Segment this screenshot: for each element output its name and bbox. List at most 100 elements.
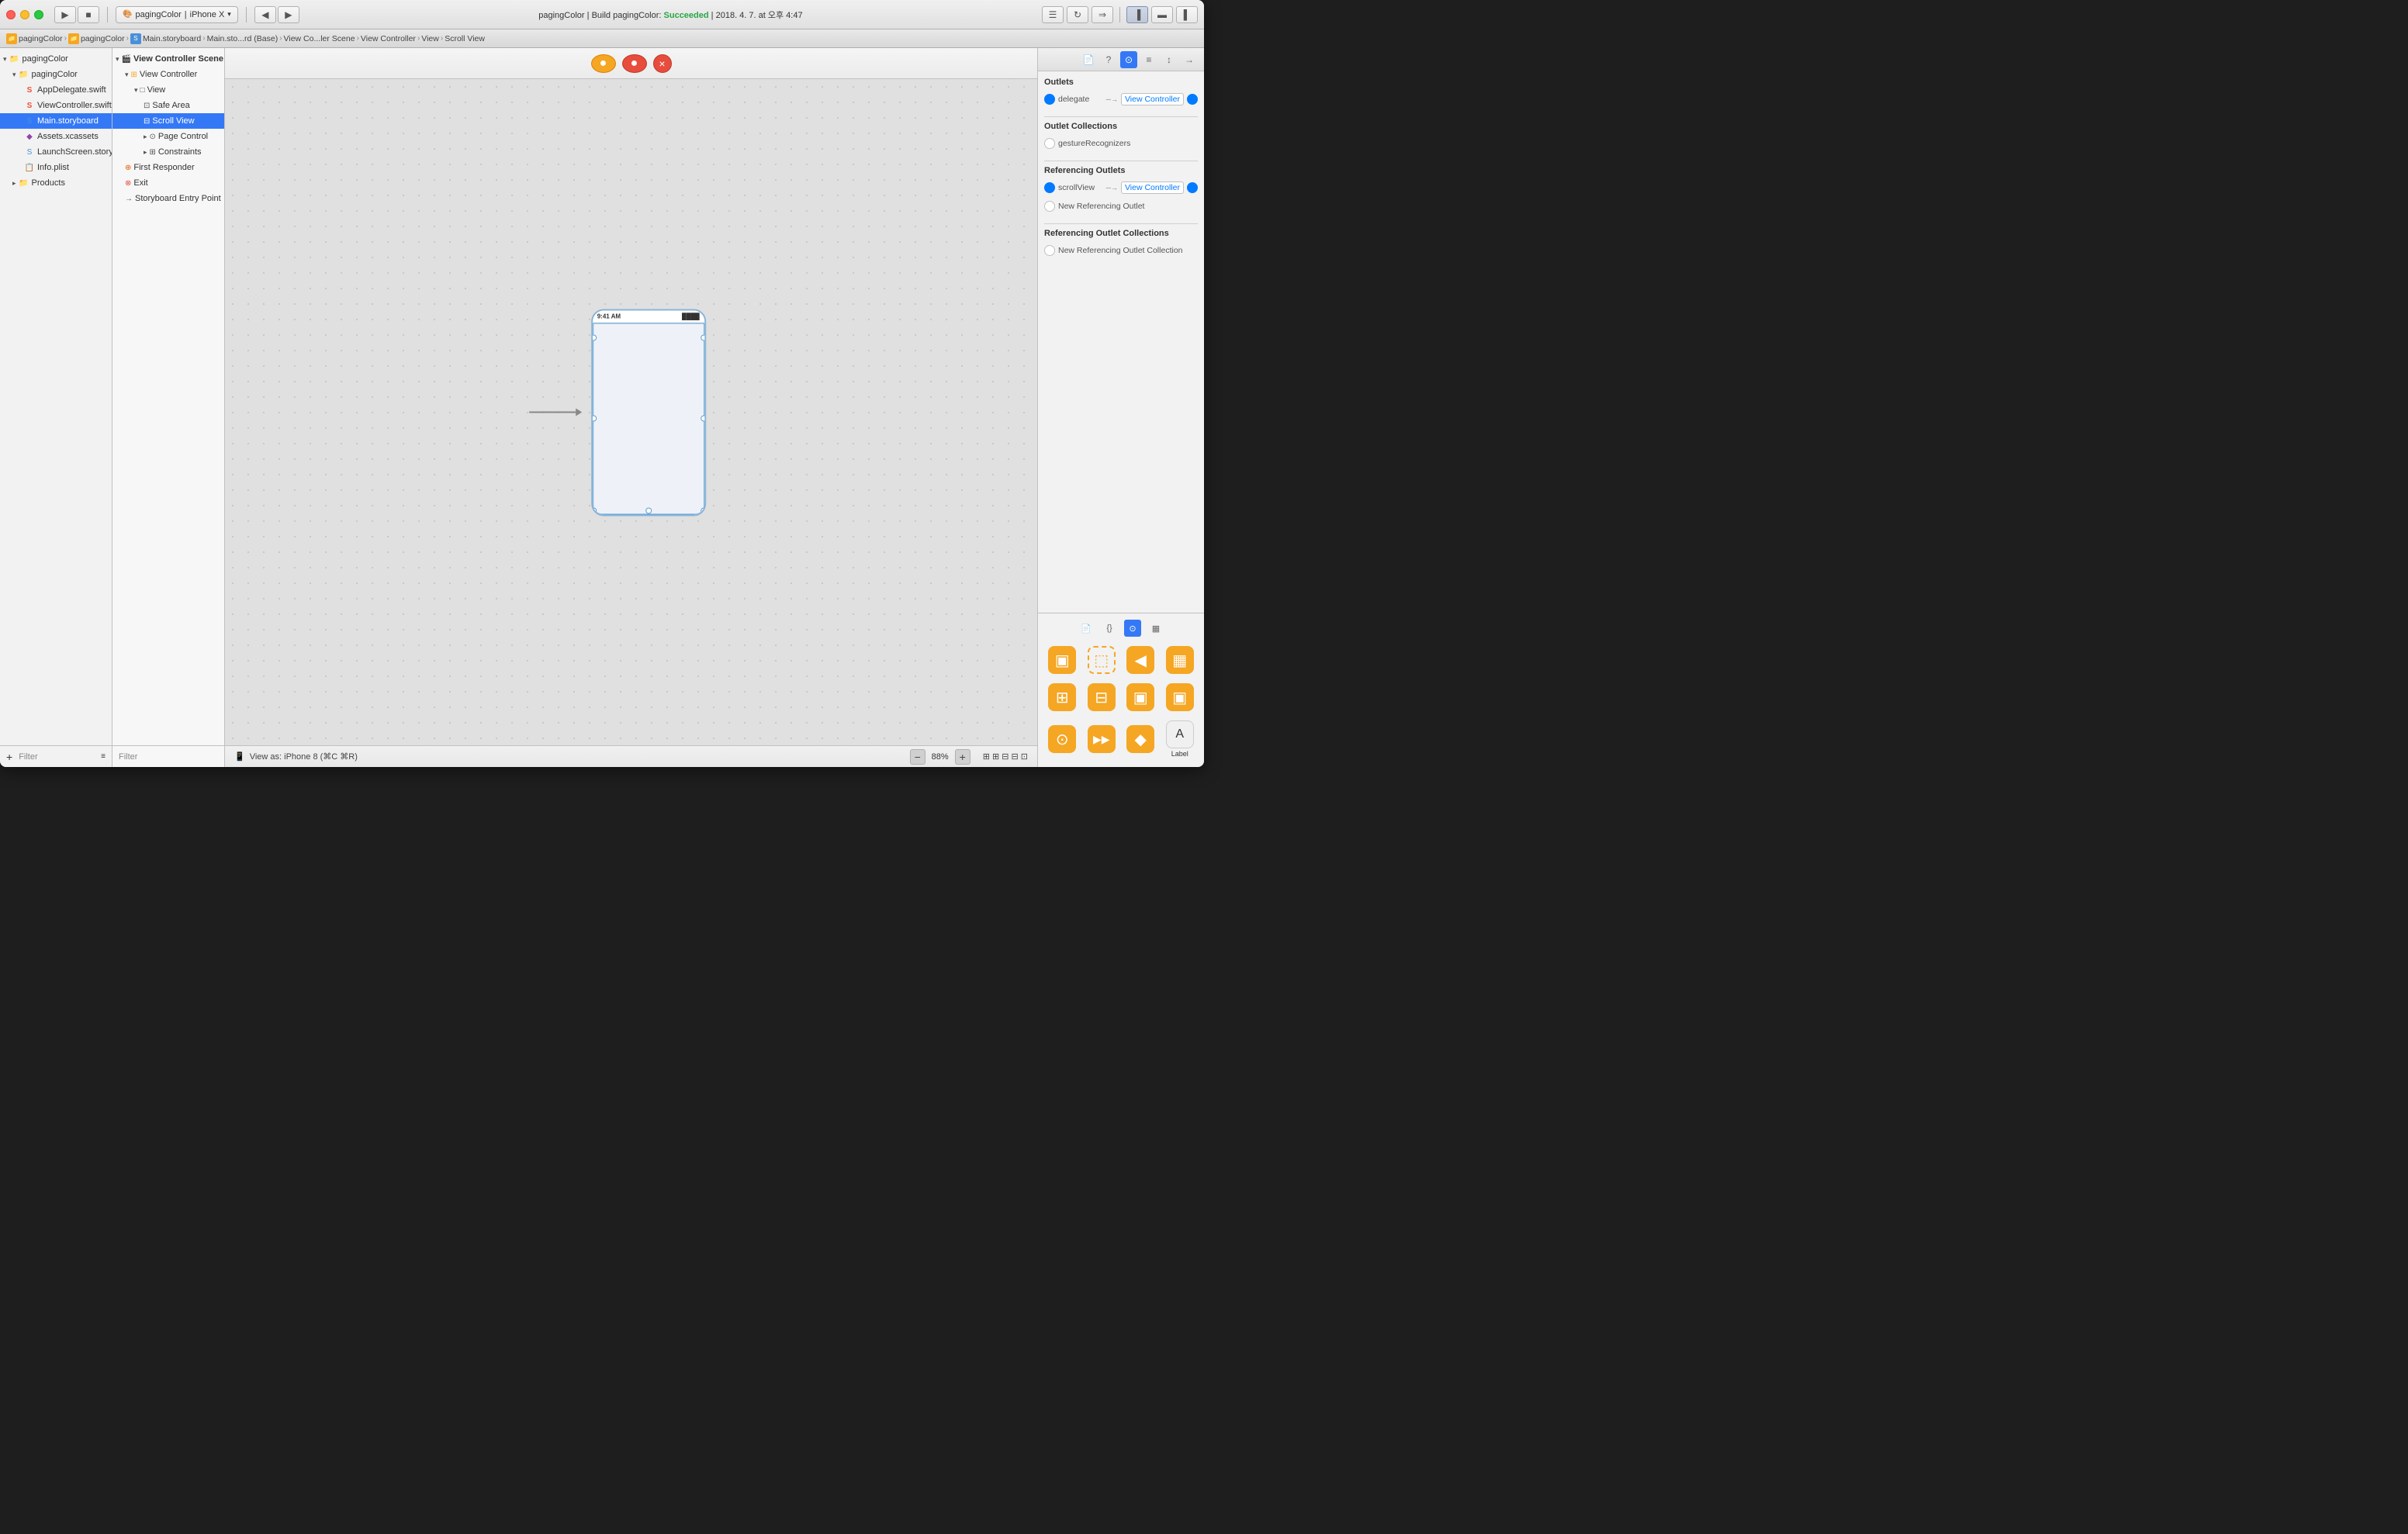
handle-bottom-left[interactable] — [591, 507, 597, 513]
canvas-circle-btn-1[interactable]: ● — [591, 54, 616, 73]
handle-top-left[interactable] — [591, 334, 597, 340]
breadcrumb-item-8[interactable]: Scroll View — [445, 34, 485, 43]
zoom-in-button[interactable]: + — [955, 749, 970, 765]
scene-entry-point[interactable]: → Storyboard Entry Point — [112, 191, 224, 206]
scene-section-header[interactable]: 🎬 View Controller Scene — [112, 51, 224, 67]
breadcrumb-item-1[interactable]: 📁 pagingColor — [6, 33, 63, 44]
scene-page-control[interactable]: ⊙ Page Control — [112, 129, 224, 144]
close-button[interactable] — [6, 10, 16, 19]
scrollview-connect-btn[interactable] — [1044, 182, 1055, 193]
delegate-connect-btn[interactable] — [1044, 94, 1055, 105]
new-outlet-btn[interactable] — [1044, 201, 1055, 212]
nav-file-assets[interactable]: ◆ Assets.xcassets — [0, 129, 112, 144]
breadcrumb-item-6[interactable]: View Controller — [361, 34, 416, 43]
handle-top-right[interactable] — [701, 334, 706, 340]
breadcrumb-item-2[interactable]: 📁 pagingColor — [68, 33, 125, 44]
comp-scenekit[interactable]: ◆ — [1123, 717, 1159, 761]
comp-view-controller[interactable]: ▣ — [1044, 643, 1081, 677]
build-controls: ▶ ■ — [54, 6, 99, 23]
inspector-tab-attributes[interactable]: ≡ — [1140, 51, 1157, 68]
comp-collection-vc[interactable]: ⊞ — [1044, 680, 1081, 714]
breadcrumb-item-4[interactable]: Main.sto...rd (Base) — [207, 34, 279, 43]
scrollview-target-btn[interactable] — [1187, 182, 1198, 193]
zoom-out-button[interactable]: − — [910, 749, 925, 765]
comp-tab-file[interactable]: 📄 — [1078, 620, 1095, 637]
new-ref-collection-btn[interactable] — [1044, 245, 1055, 256]
gesture-connect-btn[interactable] — [1044, 138, 1055, 149]
canvas-circle-btn-3[interactable]: × — [653, 54, 672, 73]
comp-label-text: Label — [1171, 750, 1188, 758]
scene-scroll-view[interactable]: ⊟ Scroll View — [112, 113, 224, 129]
scene-exit[interactable]: ⊗ Exit — [112, 175, 224, 191]
file-infoplist-label: Info.plist — [37, 163, 69, 172]
comp-nav-controller[interactable]: ◀ — [1123, 643, 1159, 677]
minimize-button[interactable] — [20, 10, 29, 19]
comp-page-vc[interactable]: ▣ — [1162, 680, 1199, 714]
bottom-panel-toggle[interactable]: ▬ — [1151, 6, 1173, 23]
comp-tabbar-vc[interactable]: ▣ — [1123, 680, 1159, 714]
handle-bottom-mid[interactable] — [645, 507, 652, 513]
left-panel-toggle[interactable]: ▐ — [1126, 6, 1148, 23]
inspector-tab-size[interactable]: ↕ — [1161, 51, 1178, 68]
breadcrumb-item-3[interactable]: S Main.storyboard — [130, 33, 201, 44]
comp-split-vc[interactable]: ⊟ — [1084, 680, 1120, 714]
handle-bottom-right[interactable] — [701, 507, 706, 513]
inspector-tab-file[interactable]: 📄 — [1080, 51, 1097, 68]
right-panel-toggle[interactable]: ▌ — [1176, 6, 1198, 23]
inspector-tab-identity[interactable]: ⊙ — [1120, 51, 1137, 68]
comp-tab-media[interactable]: ▦ — [1147, 620, 1164, 637]
nav-root[interactable]: 📁 pagingColor — [0, 51, 112, 67]
comp-storyboard-ref[interactable]: ⬚ — [1084, 643, 1120, 677]
scene-first-responder[interactable]: ⊕ First Responder — [112, 160, 224, 175]
scheme-selector[interactable]: 🎨 pagingColor | iPhone X ▾ — [116, 6, 238, 23]
add-file-button[interactable]: + — [6, 751, 12, 763]
root-disclosure — [3, 54, 7, 64]
forward-button[interactable]: ▶ — [278, 6, 299, 23]
filter-options[interactable]: ≡ — [101, 752, 106, 761]
nav-file-appdelegate[interactable]: S AppDelegate.swift — [0, 82, 112, 98]
delegate-target-btn[interactable] — [1187, 94, 1198, 105]
scene-view-controller[interactable]: ⊞ View Controller — [112, 67, 224, 82]
filter-scene-input[interactable]: Filter — [119, 752, 137, 762]
scene-safe-area[interactable]: ⊡ Safe Area — [112, 98, 224, 113]
canvas-circle-btn-2[interactable]: ● — [622, 54, 647, 73]
handle-mid-left[interactable] — [591, 416, 597, 422]
comp-tab-objects[interactable]: ⊙ — [1124, 620, 1141, 637]
comp-tab-code[interactable]: {} — [1101, 620, 1118, 637]
inspector-tab-connections[interactable]: → — [1181, 51, 1198, 68]
products-disclosure — [12, 178, 16, 188]
comp-sb-icon: ⬚ — [1088, 646, 1116, 674]
run-button[interactable]: ▶ — [54, 6, 76, 23]
comp-table-vc[interactable]: ▦ — [1162, 643, 1199, 677]
forward-nav-button[interactable]: ⇒ — [1092, 6, 1113, 23]
nav-file-infoplist[interactable]: 📋 Info.plist — [0, 160, 112, 175]
handle-mid-right[interactable] — [701, 416, 706, 422]
stop-button[interactable]: ■ — [78, 6, 99, 23]
nav-file-viewcontroller[interactable]: S ViewController.swift — [0, 98, 112, 113]
file-appdelegate-label: AppDelegate.swift — [37, 85, 106, 95]
refresh-button[interactable]: ↻ — [1067, 6, 1088, 23]
navigator-toggle[interactable]: ☰ — [1042, 6, 1064, 23]
plist-icon: 📋 — [24, 162, 35, 173]
scene-constraints[interactable]: ⊞ Constraints — [112, 144, 224, 160]
canvas-content[interactable]: 9:41 AM ████ — [225, 79, 1037, 745]
scroll-view-label: Scroll View — [152, 116, 194, 126]
iphone-frame: 9:41 AM ████ — [591, 309, 706, 516]
breadcrumb-item-7[interactable]: View — [421, 34, 439, 43]
back-button[interactable]: ◀ — [254, 6, 276, 23]
comp-avkit[interactable]: ⊙ — [1044, 717, 1081, 761]
nav-group-pagingcolor[interactable]: 📁 pagingColor — [0, 67, 112, 82]
comp-label[interactable]: A Label — [1162, 717, 1199, 761]
file-viewcontroller-label: ViewController.swift — [37, 101, 112, 110]
divider-3 — [1044, 223, 1198, 224]
nav-group-products[interactable]: 📁 Products — [0, 175, 112, 191]
nav-file-mainstoryboard[interactable]: S Main.storyboard — [0, 113, 112, 129]
fullscreen-button[interactable] — [34, 10, 43, 19]
breadcrumb-item-5[interactable]: View Co...ler Scene — [284, 34, 355, 43]
scene-view[interactable]: □ View — [112, 82, 224, 98]
exit-icon: ⊗ — [125, 179, 131, 188]
nav-file-launchscreen[interactable]: S LaunchScreen.storyboard — [0, 144, 112, 160]
comp-scene-icon: ◆ — [1126, 725, 1154, 753]
inspector-tab-quickhelp[interactable]: ? — [1100, 51, 1117, 68]
comp-mediaplayer[interactable]: ▶▶ — [1084, 717, 1120, 761]
